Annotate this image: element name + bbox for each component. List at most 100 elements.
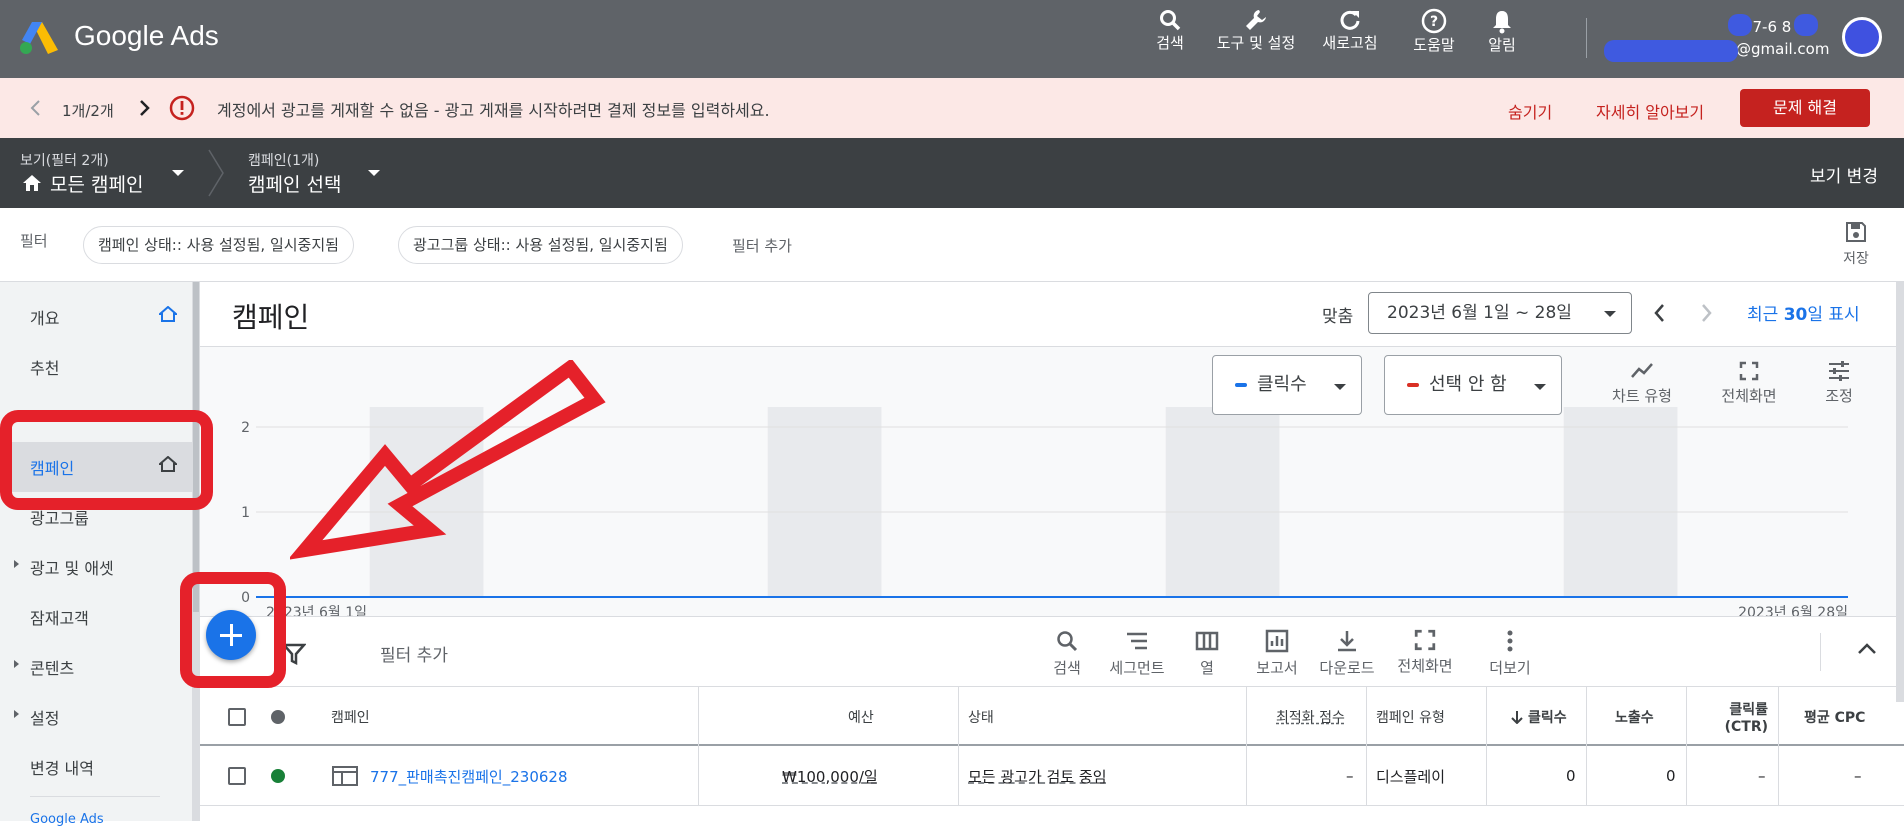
change-view-button[interactable]: 보기 변경 xyxy=(1810,162,1878,187)
breadcrumb-separator-icon xyxy=(208,149,224,197)
main-scrollbar-track[interactable] xyxy=(1896,282,1904,702)
col-header-budget[interactable]: 예산 xyxy=(848,687,874,747)
sidebar-item-change-history[interactable]: 변경 내역 xyxy=(30,755,94,779)
expand-caret-icon[interactable] xyxy=(14,660,19,668)
fix-issue-button[interactable]: 문제 해결 xyxy=(1740,89,1870,127)
table-header: 캠페인 예산 상태 최적화 점수 캠페인 유형 클릭수 노출수 클릭률 (CTR… xyxy=(200,686,1904,747)
chart-type-button[interactable]: 차트 유형 xyxy=(1597,361,1687,406)
filter-chip-campaign-status[interactable]: 캠페인 상태:: 사용 설정됨, 일시중지됨 xyxy=(83,226,354,264)
sidebar-item-ads-assets[interactable]: 광고 및 애셋 xyxy=(30,555,114,579)
table-add-filter[interactable]: 필터 추가 xyxy=(380,641,448,666)
col-header-clicks-label: 클릭수 xyxy=(1528,710,1567,726)
notifications-button[interactable]: 알림 xyxy=(1462,8,1542,54)
column-separator xyxy=(958,687,959,747)
sidebar-footer-link[interactable]: Google Ads xyxy=(30,812,104,827)
col-header-ctr[interactable]: 클릭률 (CTR) xyxy=(1694,687,1768,747)
campaign-status[interactable]: 모든 광고가 검토 중임 xyxy=(968,746,1107,806)
bell-icon xyxy=(1493,11,1511,34)
expand-caret-icon[interactable] xyxy=(14,560,19,568)
y-tick-label: 1 xyxy=(241,505,250,521)
reports-button[interactable]: 보고서 xyxy=(1237,629,1317,678)
more-button[interactable]: 더보기 xyxy=(1470,629,1550,678)
campaign-ctr: – xyxy=(1758,767,1766,785)
chevron-right-icon[interactable] xyxy=(1700,302,1714,324)
sidebar-item-recommendations[interactable]: 추천 xyxy=(30,355,59,379)
column-separator xyxy=(1246,687,1247,747)
campaign-avg-cpc: – xyxy=(1854,767,1862,785)
chevron-left-icon[interactable] xyxy=(28,98,42,118)
column-separator xyxy=(1686,687,1687,747)
google-ads-logo-icon[interactable] xyxy=(18,18,62,56)
columns-button[interactable]: 열 xyxy=(1167,629,1247,678)
filter-chip-adgroup-status[interactable]: 광고그룹 상태:: 사용 설정됨, 일시중지됨 xyxy=(398,226,683,264)
segment-icon xyxy=(1127,632,1147,650)
add-filter-button[interactable]: 필터 추가 xyxy=(732,235,792,256)
redaction-mark xyxy=(1794,14,1818,36)
metric2-selector[interactable]: 선택 안 함 xyxy=(1384,355,1562,415)
table-search-button[interactable]: 검색 xyxy=(1027,629,1107,678)
chart-adjust-button[interactable]: 조정 xyxy=(1794,361,1884,406)
col-header-avg-cpc[interactable]: 평균 CPC xyxy=(1804,687,1865,747)
col-header-campaign[interactable]: 캠페인 xyxy=(331,687,370,747)
refresh-button[interactable]: 새로고침 xyxy=(1310,8,1390,52)
topbar-divider xyxy=(1586,18,1587,58)
campaign-budget[interactable]: ₩100,000/일 xyxy=(782,746,878,806)
chevron-up-icon[interactable] xyxy=(1856,641,1878,655)
col-header-campaign-type[interactable]: 캠페인 유형 xyxy=(1376,687,1445,747)
expand-caret-icon[interactable] xyxy=(14,710,19,718)
caret-down-icon[interactable] xyxy=(366,168,382,178)
table-fullscreen-button[interactable]: 전체화면 xyxy=(1385,629,1465,676)
help-icon: ? xyxy=(1421,8,1447,34)
table-fullscreen-label: 전체화면 xyxy=(1397,657,1453,675)
col-header-status[interactable]: 상태 xyxy=(968,687,994,747)
search-button[interactable]: 검색 xyxy=(1130,8,1210,52)
download-button[interactable]: 다운로드 xyxy=(1307,629,1387,678)
date-range-picker[interactable]: 2023년 6월 1일 ~ 28일 xyxy=(1368,292,1632,334)
col-header-optimization-score[interactable]: 최적화 점수 xyxy=(1276,687,1345,747)
select-all-checkbox[interactable] xyxy=(228,708,246,726)
filter-label: 필터 xyxy=(20,232,48,250)
sidebar-scrollbar-thumb[interactable] xyxy=(193,282,199,612)
campaign-name-link[interactable]: 777_판매촉진캠페인_230628 xyxy=(370,746,568,806)
row-checkbox[interactable] xyxy=(228,767,246,785)
save-button[interactable]: 저장 xyxy=(1836,220,1876,268)
tools-settings-button[interactable]: 도구 및 설정 xyxy=(1216,8,1296,52)
date-range-value: 2023년 6월 1일 ~ 28일 xyxy=(1387,303,1572,323)
metric2-color-swatch xyxy=(1407,383,1419,387)
segment-button[interactable]: 세그먼트 xyxy=(1097,629,1177,678)
caret-down-icon[interactable] xyxy=(170,168,186,178)
sidebar-item-overview[interactable]: 개요 xyxy=(30,305,59,329)
chart-fullscreen-button[interactable]: 전체화면 xyxy=(1704,361,1794,406)
sidebar-item-audiences[interactable]: 잠재고객 xyxy=(30,605,89,629)
col-header-clicks[interactable]: 클릭수 xyxy=(1510,687,1567,747)
top-bar: Google Ads 검색 도구 및 설정 새로고침 ? 도움말 알림 -397… xyxy=(0,0,1904,78)
column-separator xyxy=(1246,746,1247,806)
status-dot-header-icon xyxy=(271,710,285,724)
plus-icon-vertical xyxy=(230,624,233,646)
avatar[interactable] xyxy=(1842,17,1882,57)
add-campaign-fab-button[interactable] xyxy=(206,610,256,660)
weekend-band xyxy=(1165,407,1280,597)
chevron-left-icon[interactable] xyxy=(1652,302,1666,324)
table-row[interactable]: 777_판매촉진캠페인_230628 ₩100,000/일 모든 광고가 검토 … xyxy=(200,746,1904,806)
sidebar-item-campaigns[interactable]: 캠페인 xyxy=(30,455,74,479)
view-selector[interactable]: 모든 캠페인 xyxy=(50,170,143,197)
column-separator xyxy=(1778,687,1779,747)
home-icon xyxy=(159,456,177,472)
chevron-right-icon[interactable] xyxy=(138,98,152,118)
sidebar-divider xyxy=(30,796,160,797)
save-label: 저장 xyxy=(1843,251,1869,267)
metric1-selector[interactable]: 클릭수 xyxy=(1212,355,1362,415)
show-recent-link[interactable]: 최근 30일 표시 xyxy=(1747,300,1860,325)
sidebar-item-adgroups[interactable]: 광고그룹 xyxy=(30,505,89,529)
app-name: Google Ads xyxy=(74,20,219,51)
sidebar-item-content[interactable]: 콘텐츠 xyxy=(30,655,74,679)
alert-hide-link[interactable]: 숨기기 xyxy=(1508,99,1552,123)
filter-icon[interactable] xyxy=(282,643,306,665)
sidebar-item-settings[interactable]: 설정 xyxy=(30,705,59,729)
annotation-arrow-icon xyxy=(290,360,606,560)
col-header-impressions[interactable]: 노출수 xyxy=(1615,687,1654,747)
alert-learn-more-link[interactable]: 자세히 알아보기 xyxy=(1596,99,1704,123)
status-enabled-icon[interactable] xyxy=(271,769,285,783)
campaign-selector[interactable]: 캠페인 선택 xyxy=(248,170,341,197)
